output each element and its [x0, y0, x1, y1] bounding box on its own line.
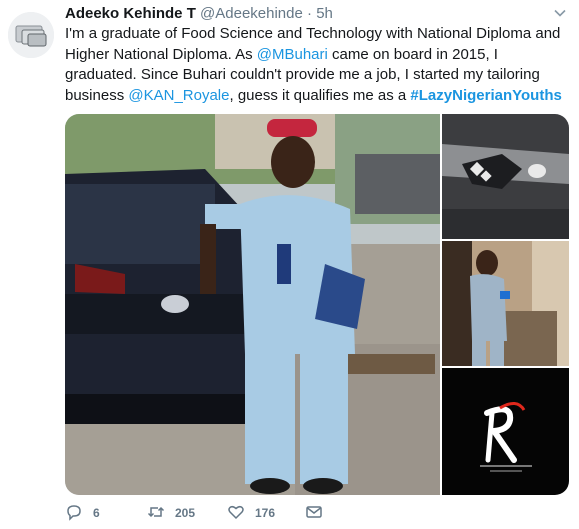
- display-name[interactable]: Adeeko Kehinde T: [65, 5, 196, 22]
- avatar[interactable]: [8, 12, 54, 58]
- mention-link[interactable]: @MBuhari: [257, 46, 328, 63]
- like-button[interactable]: 176: [227, 503, 275, 523]
- like-count: 176: [255, 506, 276, 520]
- like-icon: [227, 503, 245, 524]
- fabric-photo[interactable]: [442, 114, 569, 239]
- main-photo[interactable]: [65, 114, 440, 495]
- reply-count: 6: [93, 506, 100, 520]
- timestamp[interactable]: 5h: [316, 5, 333, 22]
- retweet-icon: [147, 503, 165, 524]
- indoor-photo[interactable]: [442, 241, 569, 366]
- reply-icon: [65, 503, 83, 524]
- logo-photo[interactable]: [442, 368, 569, 495]
- media-grid: [65, 114, 569, 495]
- tweet-header: Adeeko Kehinde T @Adeekehinde · 5h: [65, 4, 333, 24]
- tweet-text-part: , guess it qualifies me as a: [229, 86, 411, 104]
- retweet-button[interactable]: 205: [147, 503, 195, 523]
- direct-message-button[interactable]: [305, 503, 323, 523]
- separator-dot: ·: [307, 5, 313, 22]
- message-icon: [305, 503, 323, 524]
- mention-link[interactable]: @KAN_Royale: [128, 87, 229, 104]
- chevron-down-icon[interactable]: [553, 6, 567, 20]
- user-handle[interactable]: @Adeekehinde: [200, 5, 303, 22]
- tweet-text: I'm a graduate of Food Science and Techn…: [65, 24, 565, 106]
- reply-button[interactable]: 6: [65, 503, 100, 523]
- hashtag-link[interactable]: #LazyNigerianYouths: [410, 87, 561, 104]
- retweet-count: 205: [175, 506, 196, 520]
